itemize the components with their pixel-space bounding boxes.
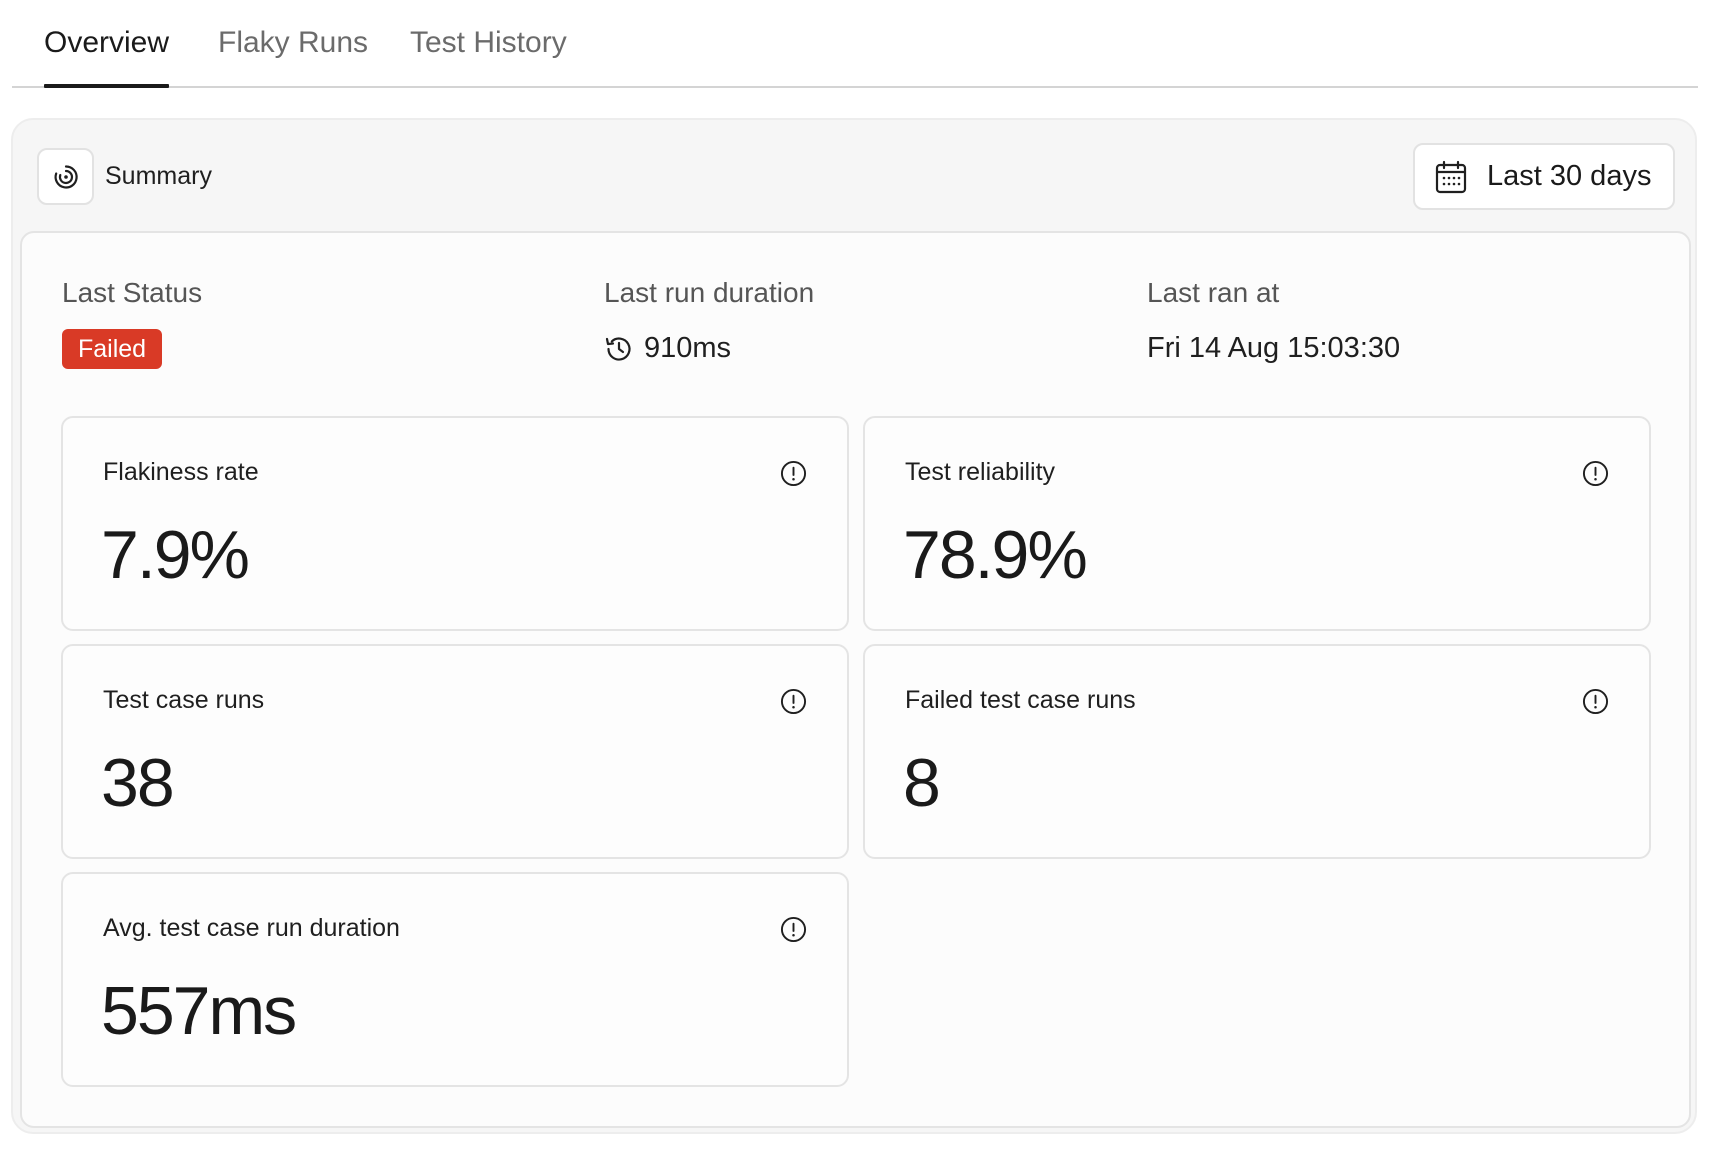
- metric-card-avg-run-duration: Avg. test case run duration 557ms: [61, 872, 849, 1087]
- metric-value: 78.9%: [903, 517, 1088, 593]
- active-tab-indicator: [44, 84, 169, 88]
- metric-title: Test reliability: [905, 458, 1056, 486]
- info-icon[interactable]: [780, 688, 807, 715]
- info-icon[interactable]: [1582, 460, 1609, 487]
- metric-card-test-reliability: Test reliability 78.9%: [863, 416, 1651, 631]
- info-icon[interactable]: [780, 460, 807, 487]
- last-status-label: Last Status: [62, 277, 203, 308]
- status-badge: Failed: [62, 329, 163, 369]
- metric-title: Failed test case runs: [905, 686, 1136, 714]
- metric-value: 8: [903, 745, 941, 821]
- info-icon[interactable]: [1582, 688, 1609, 715]
- metric-title: Test case runs: [103, 686, 265, 714]
- date-range-label: Last 30 days: [1487, 160, 1652, 192]
- metric-value: 7.9%: [101, 517, 250, 593]
- tab-test-history[interactable]: Test History: [410, 26, 567, 60]
- metric-card-failed-test-case-runs: Failed test case runs 8: [863, 644, 1651, 859]
- summary-spiral-icon: [54, 164, 78, 189]
- calendar-icon: [1435, 160, 1467, 193]
- last-ran-at-value: Fri 14 Aug 15:03:30: [1147, 332, 1401, 364]
- metric-value: 38: [101, 745, 175, 821]
- last-run-duration: 910ms: [604, 332, 731, 365]
- metric-value: 557ms: [101, 973, 297, 1049]
- info-icon[interactable]: [780, 916, 807, 943]
- metric-card-test-case-runs: Test case runs 38: [61, 644, 849, 859]
- last-run-duration-value: 910ms: [644, 332, 732, 364]
- tab-bar: Overview Flaky Runs Test History: [12, 0, 1698, 88]
- last-run-duration-label: Last run duration: [604, 277, 815, 308]
- summary-label: Summary: [105, 162, 212, 190]
- history-icon: [605, 336, 631, 361]
- metric-title: Flakiness rate: [103, 458, 259, 486]
- tab-flaky-runs[interactable]: Flaky Runs: [218, 26, 368, 60]
- summary-card: Last Status Failed Last run duration 910…: [20, 231, 1691, 1128]
- tab-overview[interactable]: Overview: [44, 26, 169, 60]
- summary-icon-button[interactable]: [37, 148, 94, 205]
- summary-panel: Summary Last 30 days Last Status Failed …: [11, 118, 1697, 1134]
- metric-title: Avg. test case run duration: [103, 914, 400, 942]
- metric-card-flakiness-rate: Flakiness rate 7.9%: [61, 416, 849, 631]
- last-ran-at-label: Last ran at: [1147, 277, 1280, 308]
- date-range-button[interactable]: Last 30 days: [1413, 143, 1675, 210]
